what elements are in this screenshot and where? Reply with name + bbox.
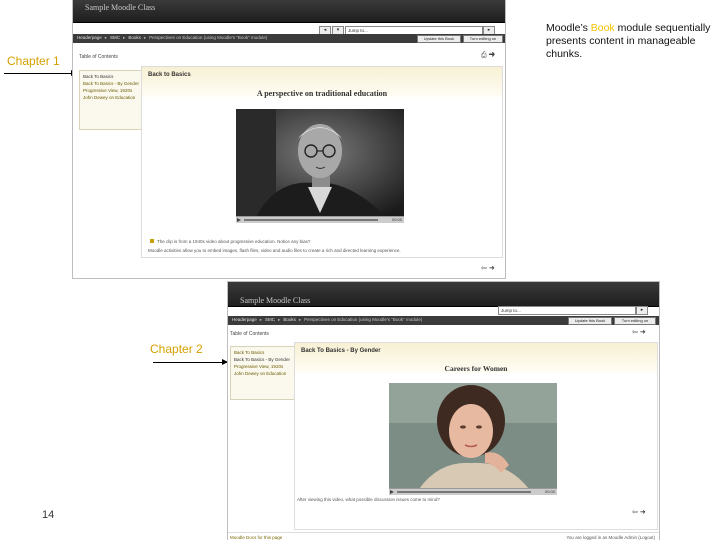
breadcrumb-course[interactable]: SMC [110, 35, 120, 40]
toc-item-back-to-basics[interactable]: Back To Basics [234, 350, 292, 356]
toc-item-john-dewey[interactable]: John Dewey on Education [234, 371, 292, 377]
video-player[interactable]: 00:00 [389, 383, 557, 495]
site-title: Sample Moodle Class [85, 3, 156, 12]
next-chapter-icon[interactable]: ➜ [489, 52, 496, 59]
table-of-contents: Back To Basics Back To Basics - By Gende… [79, 70, 145, 130]
chapter-content: Back to Basics A perspective on traditio… [141, 66, 503, 258]
site-banner: Sample Moodle Class [73, 0, 505, 23]
video-controls[interactable]: 00:00 [236, 216, 404, 223]
chapter-title: Back to Basics [148, 72, 191, 78]
chapter-title: Back To Basics - By Gender [301, 348, 381, 354]
previous-chapter-icon[interactable]: ⇦ [632, 329, 638, 336]
toc-item-back-to-basics: Back To Basics [83, 74, 114, 79]
turn-editing-on-button[interactable]: Turn editing on [614, 317, 656, 325]
breadcrumb-current: Perspectives on Education (using Moodle'… [149, 35, 268, 40]
table-of-contents-label: Table of Contents [230, 331, 269, 337]
chapter-1-arrow [4, 70, 77, 76]
toc-item-progressive-view[interactable]: Progressive View, 1920s [234, 364, 292, 370]
play-icon[interactable] [390, 490, 394, 494]
discussion-question: After viewing this video, what possible … [297, 497, 440, 502]
breadcrumb: Headerpage ▸ SMC ▸ Books ▸ Perspectives on Edu… [232, 317, 423, 322]
chapter-2-arrow [153, 359, 228, 365]
bullet-note-text: The clip is from a 1940s video about pro… [157, 239, 311, 244]
jump-to-select[interactable]: Jump to... [498, 306, 636, 315]
site-title: Sample Moodle Class [240, 296, 311, 305]
caption-book-highlight: Book [590, 22, 615, 34]
video-player[interactable]: 00:00 [236, 109, 404, 223]
next-chapter-icon-bottom[interactable]: ➜ [640, 509, 646, 516]
breadcrumb-home[interactable]: Headerpage [232, 317, 257, 322]
toc-item-by-gender: Back To Basics - By Gender [234, 357, 290, 362]
play-icon[interactable] [237, 218, 241, 222]
table-of-contents-label: Table of Contents [79, 54, 118, 60]
bullet-note: The clip is from a 1940s video about pro… [150, 239, 310, 244]
update-book-button[interactable]: Update this Book [568, 317, 612, 325]
bottom-chapter-nav: ⇦ ➜ [481, 264, 495, 272]
moodle-screenshot-chapter-1: Sample Moodle Class Jump to... ◂ ▾ ▸ Hea… [73, 0, 505, 278]
video-progress-track[interactable] [244, 219, 378, 221]
slide-caption: Moodle’s Book module sequentially presen… [546, 22, 714, 61]
breadcrumb: Headerpage ▸ SMC ▸ Books ▸ Perspectives on Edu… [77, 35, 268, 40]
chapter-2-label: Chapter 2 [150, 342, 203, 356]
video-time: 00:00 [544, 489, 555, 494]
description-text: Moodle activities allow you to embed ima… [148, 248, 401, 253]
video-controls[interactable]: 00:00 [389, 488, 557, 495]
slide-page-number: 14 [42, 509, 55, 521]
previous-chapter-icon-bottom[interactable]: ⇦ [632, 509, 638, 516]
video-time: 00:00 [391, 217, 402, 222]
page-footer: Moodle Docs for this page You are logged… [228, 532, 659, 540]
breadcrumb-home[interactable]: Headerpage [77, 35, 102, 40]
chapter-subtitle: A perspective on traditional education [256, 89, 388, 98]
caption-text-start: Moodle’s [546, 22, 591, 34]
video-frame-woman-portrait [389, 383, 557, 489]
navigation-bar: Headerpage ▸ SMC ▸ Books ▸ Perspectives on Edu… [73, 34, 505, 43]
login-info: You are logged in as Moodle Admin (Logou… [566, 535, 655, 540]
breadcrumb-current: Perspectives on Education (using Moodle'… [304, 317, 423, 322]
next-chapter-icon-bottom[interactable]: ➜ [489, 265, 495, 272]
chapter-nav-arrows: ⎙ ➜ [481, 52, 495, 60]
navigation-bar: Headerpage ▸ SMC ▸ Books ▸ Perspectives on Edu… [228, 316, 659, 325]
toc-item-by-gender[interactable]: Back To Basics - By Gender [83, 81, 141, 87]
update-book-button[interactable]: Update this Book [417, 35, 461, 43]
next-activity-button[interactable]: ▸ [636, 306, 648, 315]
toc-item-john-dewey[interactable]: John Dewey on Education [83, 95, 141, 101]
next-chapter-icon[interactable]: ➜ [640, 329, 646, 336]
breadcrumb-books[interactable]: Books [283, 317, 296, 322]
chapter-subtitle: Careers for Women [444, 364, 508, 373]
print-icon[interactable]: ⎙ [481, 52, 487, 59]
moodle-screenshot-chapter-2: Sample Moodle Class Jump to... ▸ Headerp… [228, 282, 659, 540]
site-banner: Sample Moodle Class [228, 282, 659, 307]
video-frame-man-in-glasses [236, 109, 404, 217]
bottom-chapter-nav: ⇦ ➜ [632, 508, 646, 516]
toc-item-progressive-view[interactable]: Progressive View, 1920s [83, 88, 141, 94]
chapter-1-label: Chapter 1 [7, 54, 60, 68]
chapter-content: Back To Basics - By Gender Careers for W… [294, 342, 658, 530]
breadcrumb-books[interactable]: Books [128, 35, 141, 40]
table-of-contents: Back To Basics Back To Basics - By Gende… [230, 346, 296, 400]
video-progress-track[interactable] [397, 491, 531, 493]
bullet-icon [150, 239, 154, 243]
previous-chapter-icon[interactable]: ⇦ [481, 265, 487, 272]
chapter-nav-arrows: ⇦ ➜ [632, 328, 646, 336]
turn-editing-on-button[interactable]: Turn editing on [463, 35, 503, 43]
breadcrumb-course[interactable]: SMC [265, 317, 275, 322]
moodle-docs-link[interactable]: Moodle Docs for this page [230, 535, 282, 540]
